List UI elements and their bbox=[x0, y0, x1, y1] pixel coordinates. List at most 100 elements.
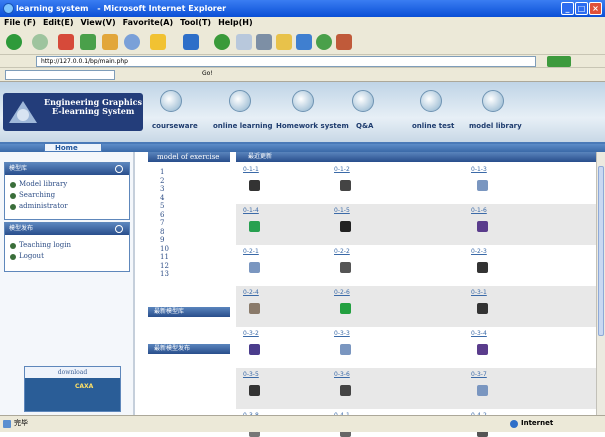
model-label-link[interactable]: 0-2-3 bbox=[471, 248, 487, 255]
model-thumbnail-icon[interactable] bbox=[340, 221, 351, 232]
exercise-number-link[interactable]: 9 bbox=[160, 236, 164, 244]
model-thumbnail-icon[interactable] bbox=[477, 303, 488, 314]
link-teaching-login[interactable]: Teaching login bbox=[5, 240, 129, 251]
scrollbar-thumb[interactable] bbox=[598, 166, 604, 336]
menu-view[interactable]: View(V) bbox=[80, 18, 115, 27]
model-label-link[interactable]: 0-3-7 bbox=[471, 371, 487, 378]
history-icon[interactable] bbox=[214, 34, 230, 50]
forward-icon[interactable] bbox=[32, 34, 48, 50]
courseware-icon[interactable] bbox=[160, 90, 182, 112]
link-logout[interactable]: Logout bbox=[5, 251, 129, 262]
collapse-icon[interactable] bbox=[115, 225, 123, 233]
model-thumbnail-icon[interactable] bbox=[477, 221, 488, 232]
menu-tool[interactable]: Tool(T) bbox=[180, 18, 211, 27]
research-icon[interactable] bbox=[336, 34, 352, 50]
model-thumbnail-icon[interactable] bbox=[340, 262, 351, 273]
model-label-link[interactable]: 0-3-3 bbox=[334, 330, 350, 337]
stop-icon[interactable] bbox=[58, 34, 74, 50]
media-icon[interactable] bbox=[183, 34, 199, 50]
discuss-icon[interactable] bbox=[296, 34, 312, 50]
edit-icon[interactable] bbox=[276, 34, 292, 50]
home-icon[interactable] bbox=[102, 34, 118, 50]
model-thumbnail-icon[interactable] bbox=[249, 303, 260, 314]
go-button[interactable] bbox=[547, 56, 571, 67]
model-thumbnail-icon[interactable] bbox=[249, 262, 260, 273]
model-thumbnail-icon[interactable] bbox=[340, 344, 351, 355]
online-learning-icon[interactable] bbox=[229, 90, 251, 112]
exercise-number-link[interactable]: 13 bbox=[160, 270, 169, 278]
favorites-icon[interactable] bbox=[150, 34, 166, 50]
menu-edit[interactable]: Edit(E) bbox=[43, 18, 74, 27]
collapse-icon[interactable] bbox=[115, 165, 123, 173]
model-label-link[interactable]: 0-3-6 bbox=[334, 371, 350, 378]
model-thumbnail-icon[interactable] bbox=[249, 221, 260, 232]
exercise-number-link[interactable]: 10 bbox=[160, 245, 169, 253]
back-icon[interactable] bbox=[6, 34, 22, 50]
link-searching[interactable]: Searching bbox=[5, 190, 129, 201]
latest-model-library-button[interactable]: 最新模型库 bbox=[148, 307, 230, 317]
nav-homework[interactable]: Homework system bbox=[276, 122, 349, 130]
exercise-number-link[interactable]: 12 bbox=[160, 262, 169, 270]
model-label-link[interactable]: 0-1-4 bbox=[243, 207, 259, 214]
maximize-button[interactable]: □ bbox=[575, 2, 588, 15]
model-label-link[interactable]: 0-3-4 bbox=[471, 330, 487, 337]
exercise-number-link[interactable]: 7 bbox=[160, 219, 164, 227]
model-thumbnail-icon[interactable] bbox=[249, 344, 260, 355]
model-label-link[interactable]: 0-2-6 bbox=[334, 289, 350, 296]
minimize-button[interactable]: _ bbox=[561, 2, 574, 15]
messenger-icon[interactable] bbox=[316, 34, 332, 50]
search-combo[interactable] bbox=[5, 70, 115, 80]
close-button[interactable]: × bbox=[589, 2, 602, 15]
model-label-link[interactable]: 0-2-4 bbox=[243, 289, 259, 296]
link-model-library[interactable]: Model library bbox=[5, 179, 129, 190]
qa-icon[interactable] bbox=[352, 90, 374, 112]
model-library-icon[interactable] bbox=[482, 90, 504, 112]
model-thumbnail-icon[interactable] bbox=[340, 303, 351, 314]
menu-favorite[interactable]: Favorite(A) bbox=[123, 18, 174, 27]
nav-courseware[interactable]: courseware bbox=[152, 122, 198, 130]
model-thumbnail-icon[interactable] bbox=[249, 180, 260, 191]
latest-model-publish-button[interactable]: 最新模型发布 bbox=[148, 344, 230, 354]
exercise-number-link[interactable]: 11 bbox=[160, 253, 169, 261]
exercise-number-link[interactable]: 5 bbox=[160, 202, 164, 210]
nav-online-test[interactable]: online test bbox=[412, 122, 454, 130]
model-thumbnail-icon[interactable] bbox=[477, 385, 488, 396]
nav-online-learning[interactable]: online learning bbox=[213, 122, 272, 130]
model-thumbnail-icon[interactable] bbox=[340, 385, 351, 396]
model-thumbnail-icon[interactable] bbox=[249, 385, 260, 396]
refresh-icon[interactable] bbox=[80, 34, 96, 50]
nav-qa[interactable]: Q&A bbox=[356, 122, 373, 130]
nav-model-library[interactable]: model library bbox=[469, 122, 522, 130]
model-thumbnail-icon[interactable] bbox=[340, 180, 351, 191]
menu-file[interactable]: File (F) bbox=[4, 18, 36, 27]
vertical-scrollbar[interactable] bbox=[596, 152, 605, 415]
home-link[interactable]: Home bbox=[44, 143, 102, 152]
print-icon[interactable] bbox=[256, 34, 272, 50]
menu-help[interactable]: Help(H) bbox=[218, 18, 253, 27]
mail-icon[interactable] bbox=[236, 34, 252, 50]
exercise-number-link[interactable]: 2 bbox=[160, 177, 164, 185]
model-label-link[interactable]: 0-1-3 bbox=[471, 166, 487, 173]
link-administrator[interactable]: administrator bbox=[5, 201, 129, 212]
model-thumbnail-icon[interactable] bbox=[477, 180, 488, 191]
model-label-link[interactable]: 0-2-1 bbox=[243, 248, 259, 255]
model-thumbnail-icon[interactable] bbox=[477, 262, 488, 273]
search-icon[interactable] bbox=[124, 34, 140, 50]
model-label-link[interactable]: 0-1-2 bbox=[334, 166, 350, 173]
download-box[interactable]: download CAXA bbox=[24, 366, 121, 412]
go-link[interactable]: Go! bbox=[202, 70, 213, 77]
exercise-number-link[interactable]: 1 bbox=[160, 168, 164, 176]
model-label-link[interactable]: 0-1-1 bbox=[243, 166, 259, 173]
online-test-icon[interactable] bbox=[420, 90, 442, 112]
exercise-number-link[interactable]: 4 bbox=[160, 194, 164, 202]
model-label-link[interactable]: 0-3-1 bbox=[471, 289, 487, 296]
model-label-link[interactable]: 0-1-5 bbox=[334, 207, 350, 214]
exercise-number-link[interactable]: 8 bbox=[160, 228, 164, 236]
model-label-link[interactable]: 0-1-6 bbox=[471, 207, 487, 214]
exercise-number-link[interactable]: 6 bbox=[160, 211, 164, 219]
homework-icon[interactable] bbox=[292, 90, 314, 112]
exercise-number-link[interactable]: 3 bbox=[160, 185, 164, 193]
model-label-link[interactable]: 0-3-5 bbox=[243, 371, 259, 378]
address-input[interactable]: http://127.0.0.1/bp/main.php bbox=[36, 56, 536, 67]
model-label-link[interactable]: 0-3-2 bbox=[243, 330, 259, 337]
